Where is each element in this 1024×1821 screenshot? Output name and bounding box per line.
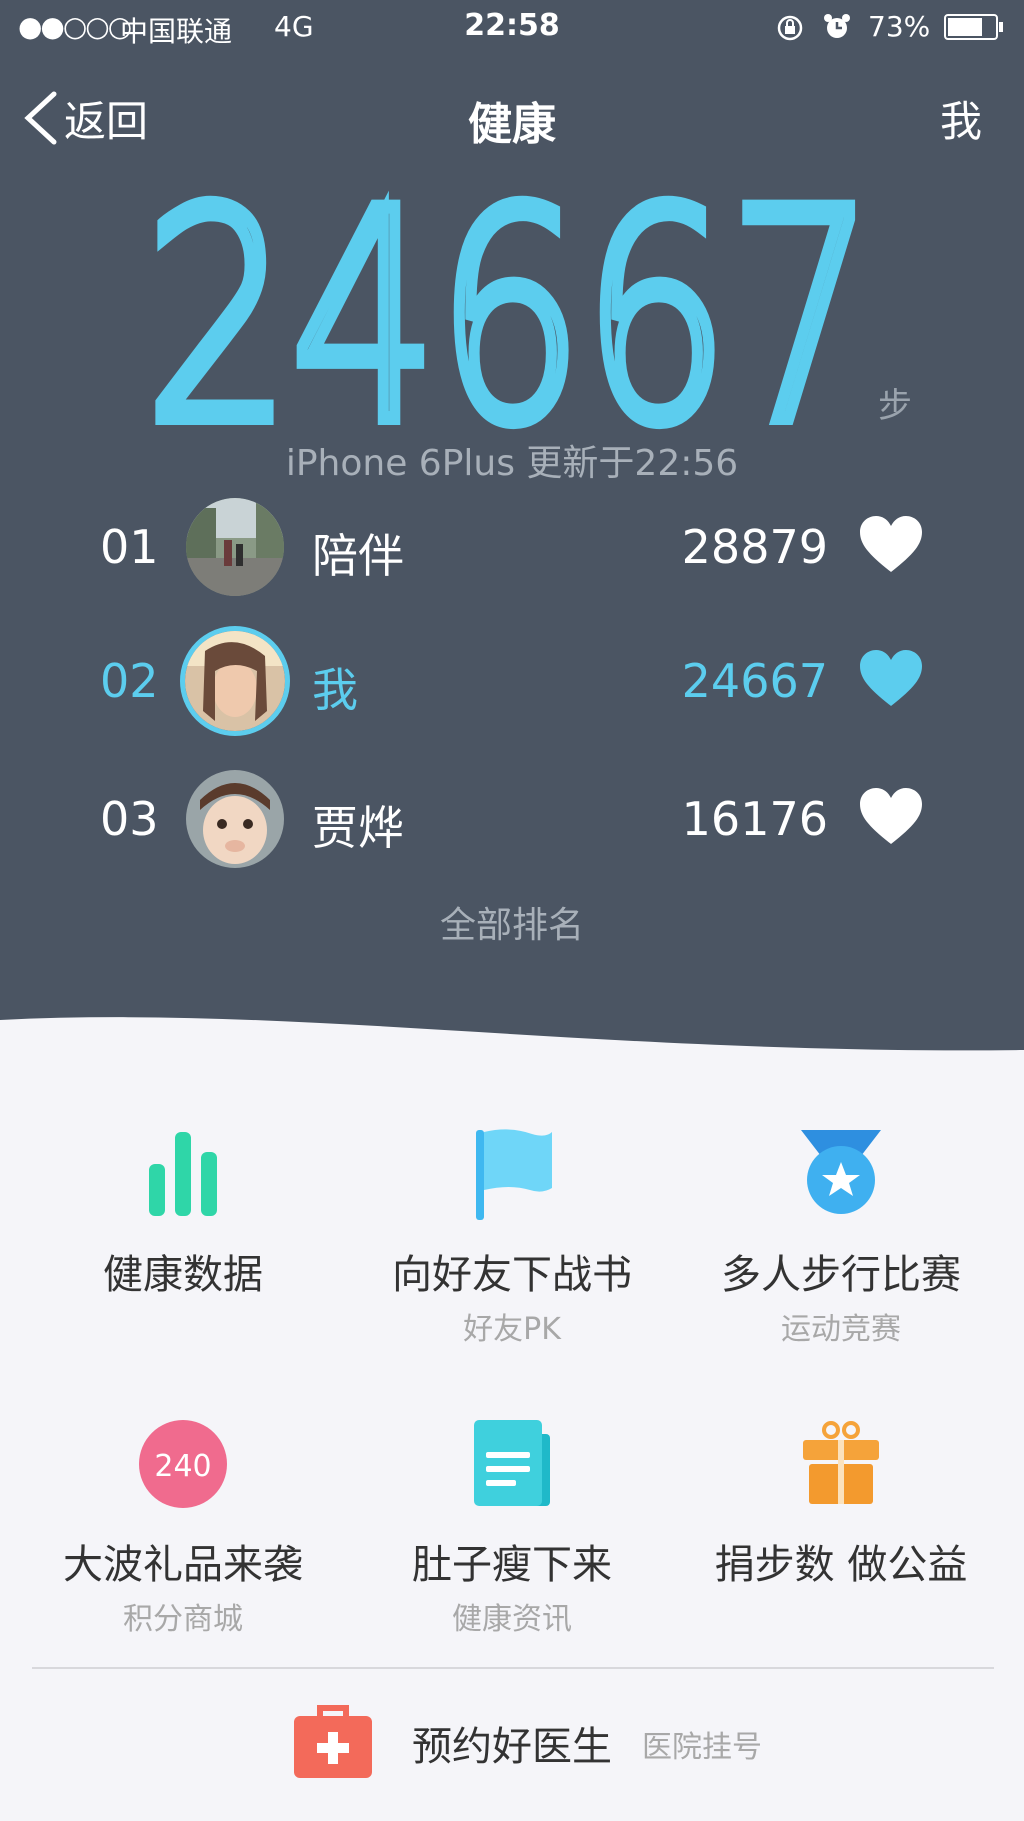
points-badge-icon: 240 [139, 1420, 227, 1508]
feature-donate-steps[interactable]: 捐步数 做公益 [676, 1414, 1006, 1590]
rank-row-3[interactable]: 03 贾烨 16176 [0, 764, 1024, 874]
rank-number: 01 [100, 520, 159, 574]
feature-label: 捐步数 做公益 [714, 1542, 968, 1588]
feature-label: 多人步行比赛 [721, 1252, 961, 1298]
medical-kit-icon [294, 1705, 372, 1778]
rank-name: 陪伴 [312, 529, 404, 583]
step-count-value: 24667 [145, 190, 875, 430]
doctor-sub: 医院挂号 [642, 1730, 762, 1765]
feature-sub: 好友PK [463, 1312, 561, 1347]
feature-walking-race[interactable]: 多人步行比赛 运动竞赛 [676, 1124, 1006, 1348]
rank-steps: 16176 [681, 792, 828, 846]
step-unit: 步 [878, 386, 912, 426]
battery-percent: 73% [868, 10, 931, 43]
me-button[interactable]: 我 [940, 88, 982, 149]
feature-sub: 健康资讯 [452, 1602, 572, 1637]
battery-icon [944, 14, 1003, 40]
feature-sub: 积分商城 [123, 1602, 243, 1637]
status-bar: ●●○○○ 中国联通 4G 22:58 73% [0, 0, 1024, 56]
medal-icon [801, 1130, 881, 1214]
feature-points-mall[interactable]: 240 大波礼品来袭 积分商城 [18, 1414, 348, 1638]
feature-health-data[interactable]: 健康数据 [18, 1124, 348, 1300]
heart-icon[interactable] [858, 648, 924, 708]
rotation-lock-icon [777, 15, 803, 41]
rank-steps: 28879 [681, 520, 828, 574]
rank-row-2[interactable]: 02 我 24667 [0, 626, 1024, 736]
header-wave [0, 1017, 1024, 1070]
feature-sub: 运动竞赛 [781, 1312, 901, 1347]
rank-name: 贾烨 [312, 801, 404, 855]
rank-row-1[interactable]: 01 陪伴 28879 [0, 492, 1024, 602]
divider [32, 1667, 994, 1669]
avatar [186, 498, 284, 596]
feature-friend-pk[interactable]: 向好友下战书 好友PK [347, 1124, 677, 1348]
page-title: 健康 [468, 99, 556, 150]
feature-label: 健康数据 [103, 1252, 263, 1298]
avatar [186, 770, 284, 868]
points-badge-value: 240 [154, 1449, 211, 1484]
heart-icon[interactable] [858, 786, 924, 846]
bar-chart-icon [149, 1132, 217, 1216]
gift-icon [803, 1421, 879, 1504]
device-update-text: iPhone 6Plus 更新于22:56 [285, 443, 739, 484]
feature-label: 大波礼品来袭 [63, 1542, 303, 1588]
rank-number: 02 [100, 654, 159, 708]
doctor-label: 预约好医生 [412, 1724, 612, 1770]
rank-steps: 24667 [681, 654, 828, 708]
feature-label: 向好友下战书 [392, 1252, 632, 1298]
nav-bar: 返回 健康 我 [0, 70, 1024, 160]
feature-health-news[interactable]: 肚子瘦下来 健康资讯 [347, 1414, 677, 1638]
heart-icon[interactable] [858, 514, 924, 574]
alarm-icon [824, 14, 850, 38]
rank-number: 03 [100, 792, 159, 846]
feature-label: 肚子瘦下来 [412, 1542, 612, 1588]
all-rankings-link[interactable]: 全部排名 [0, 896, 1024, 948]
rank-name: 我 [312, 663, 358, 717]
avatar [180, 626, 290, 736]
step-count: 24667 [138, 143, 882, 494]
doctor-appointment[interactable]: 预约好医生 医院挂号 [0, 1700, 1024, 1800]
news-icon [474, 1420, 550, 1506]
flag-icon [476, 1129, 552, 1220]
